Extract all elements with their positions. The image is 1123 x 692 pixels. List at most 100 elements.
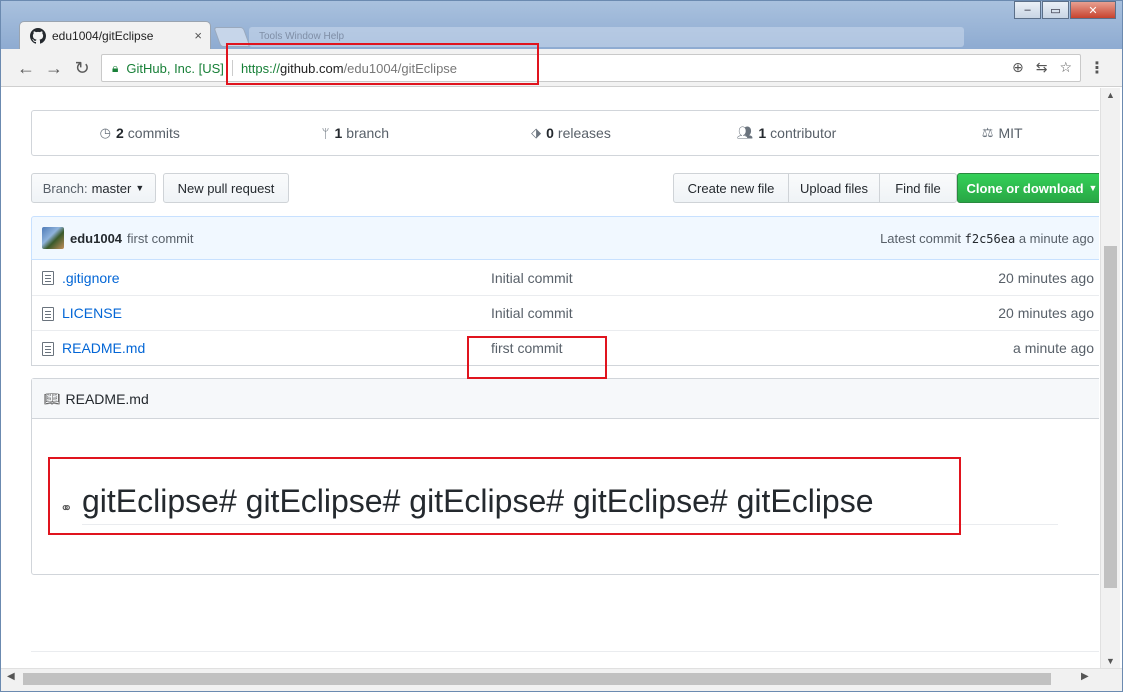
readme-title: README.md — [65, 390, 149, 407]
vertical-scroll-thumb[interactable] — [1104, 246, 1117, 588]
file-age: 20 minutes ago — [998, 305, 1094, 321]
branches-link[interactable]: ᛘ 1 branch — [248, 111, 464, 155]
branch-icon: ᛘ — [321, 125, 330, 141]
omnibox-separator — [231, 60, 233, 76]
page-content: ◷ 2 commits ᛘ 1 branch ⬗ 0 releases 👥︎ 1… — [1, 88, 1099, 668]
readme-panel: 📖︎ README.md ⚭ gitEclipse# gitEclipse# g… — [31, 378, 1099, 575]
omnibox-actions: ⊕ ⇆ ☆ — [1012, 59, 1072, 76]
license-link[interactable]: ⚖ MIT — [894, 111, 1099, 155]
readme-heading: gitEclipse# gitEclipse# gitEclipse# gitE… — [82, 483, 874, 519]
commit-age: a minute ago — [1018, 230, 1094, 246]
reload-icon[interactable]: ↻ — [71, 57, 93, 79]
file-commit-message[interactable]: Initial commit — [491, 270, 573, 286]
vertical-scrollbar[interactable]: ▲ ▼ — [1100, 88, 1120, 668]
file-name-link[interactable]: .gitignore — [62, 270, 120, 286]
file-age: 20 minutes ago — [998, 269, 1094, 286]
file-commit-message[interactable]: Initial commit — [491, 305, 573, 321]
readme-header: 📖︎ README.md — [32, 379, 1099, 419]
latest-commit-info: Latest commit f2c56ea a minute ago — [880, 231, 1094, 246]
table-row: LICENSE Initial commit 20 minutes ago — [32, 295, 1099, 330]
branch-prefix: Branch: — [42, 180, 88, 196]
scroll-up-arrow-icon[interactable]: ▲ — [1106, 90, 1115, 100]
github-icon — [30, 27, 46, 44]
back-arrow-icon[interactable]: ← — [15, 57, 37, 79]
heading-divider — [82, 524, 1058, 525]
create-new-file-button[interactable]: Create new file — [673, 173, 789, 203]
url-scheme: https:// — [240, 60, 280, 76]
title-bar: edu1004/gitEclipse × Tools Window Help ‒… — [1, 1, 1122, 49]
commits-count: 2 — [116, 125, 124, 141]
scroll-down-arrow-icon[interactable]: ▼ — [1106, 656, 1115, 666]
secure-origin-label: GitHub, Inc. [US] — [126, 60, 224, 76]
readme-body: ⚭ gitEclipse# gitEclipse# gitEclipse# gi… — [32, 419, 1099, 575]
zoom-icon[interactable]: ⊕ — [1012, 59, 1024, 76]
browser-toolbar: ← → ↻ 🔒︎ GitHub, Inc. [US] https://githu… — [1, 49, 1122, 87]
browser-tab[interactable]: edu1004/gitEclipse × — [19, 21, 211, 49]
contributor-count: 1 — [758, 125, 767, 141]
branch-count: 1 — [334, 125, 343, 141]
branch-name: master — [91, 180, 132, 196]
book-icon: 📖︎ — [44, 390, 61, 406]
commit-sha-link[interactable]: f2c56ea — [965, 232, 1016, 246]
contributor-label: contributor — [770, 125, 837, 141]
history-icon: ◷ — [99, 125, 111, 140]
file-navigation: Branch: master ▼ New pull request Create… — [31, 173, 1099, 205]
new-tab-button[interactable] — [213, 27, 251, 47]
table-row: .gitignore Initial commit 20 minutes ago — [32, 260, 1099, 295]
branch-select-button[interactable]: Branch: master ▼ — [31, 173, 156, 203]
commit-message[interactable]: first commit — [127, 231, 193, 246]
background-window-menu: Tools Window Help — [249, 27, 964, 47]
branch-label: branch — [346, 125, 390, 141]
url-path: /edu1004/gitEclipse — [343, 60, 458, 76]
latest-commit-label: Latest commit — [880, 230, 961, 246]
file-icon — [42, 271, 54, 285]
repo-numbers-summary: ◷ 2 commits ᛘ 1 branch ⬗ 0 releases 👥︎ 1… — [31, 110, 1099, 156]
file-actions-group: Create new file Upload files Find file — [673, 173, 957, 203]
horizontal-scrollbar[interactable]: ◀ ▶ — [1, 668, 1122, 691]
table-row: README.md first commit a minute ago — [32, 330, 1099, 365]
releases-label: releases — [557, 125, 611, 141]
commits-link[interactable]: ◷ 2 commits — [32, 111, 248, 155]
maximize-button[interactable]: ▭ — [1042, 1, 1069, 19]
file-list: .gitignore Initial commit 20 minutes ago… — [31, 260, 1099, 366]
url-host: github.com — [279, 60, 344, 76]
tag-icon: ⬗ — [531, 125, 542, 140]
close-window-button[interactable]: ✕ — [1070, 1, 1116, 19]
forward-arrow-icon[interactable]: → — [43, 57, 65, 79]
law-icon: ⚖ — [981, 125, 994, 140]
tab-close-icon[interactable]: × — [194, 28, 202, 43]
browser-window: edu1004/gitEclipse × Tools Window Help ‒… — [0, 0, 1123, 692]
file-icon — [42, 307, 54, 321]
find-file-button[interactable]: Find file — [879, 173, 957, 203]
window-controls: ‒ ▭ ✕ — [1013, 1, 1116, 19]
avatar[interactable] — [42, 227, 64, 249]
file-commit-message[interactable]: first commit — [491, 340, 563, 356]
releases-link[interactable]: ⬗ 0 releases — [463, 111, 679, 155]
tab-title: edu1004/gitEclipse — [52, 28, 154, 43]
clone-or-download-button[interactable]: Clone or download ▼ — [957, 173, 1099, 203]
file-name-link[interactable]: LICENSE — [62, 305, 122, 321]
address-bar[interactable]: 🔒︎ GitHub, Inc. [US] https://github.com /… — [101, 54, 1081, 82]
scroll-right-arrow-icon[interactable]: ▶ — [1081, 671, 1089, 682]
file-name-link[interactable]: README.md — [62, 340, 145, 356]
commit-author-link[interactable]: edu1004 — [70, 231, 122, 246]
license-label: MIT — [998, 125, 1023, 141]
scroll-left-arrow-icon[interactable]: ◀ — [7, 671, 15, 682]
file-icon — [42, 342, 54, 356]
anchor-link-icon[interactable]: ⚭ — [60, 499, 73, 517]
bookmark-star-icon[interactable]: ☆ — [1059, 59, 1072, 76]
minimize-button[interactable]: ‒ — [1014, 1, 1041, 19]
clone-label: Clone or download — [966, 180, 1084, 196]
people-icon: 👥︎ — [736, 125, 754, 140]
caret-down-icon: ▼ — [1088, 183, 1098, 193]
commits-label: commits — [127, 125, 180, 141]
translate-icon[interactable]: ⇆ — [1036, 59, 1048, 76]
latest-commit-bar: edu1004 first commit Latest commit f2c56… — [31, 216, 1099, 260]
footer-divider — [31, 651, 1099, 652]
caret-down-icon: ▼ — [135, 183, 145, 193]
upload-files-button[interactable]: Upload files — [788, 173, 880, 203]
browser-menu-icon[interactable]: ⋮ — [1089, 58, 1105, 78]
new-pull-request-button[interactable]: New pull request — [163, 173, 289, 203]
contributors-link[interactable]: 👥︎ 1 contributor — [679, 111, 895, 155]
horizontal-scroll-thumb[interactable] — [23, 673, 1051, 685]
